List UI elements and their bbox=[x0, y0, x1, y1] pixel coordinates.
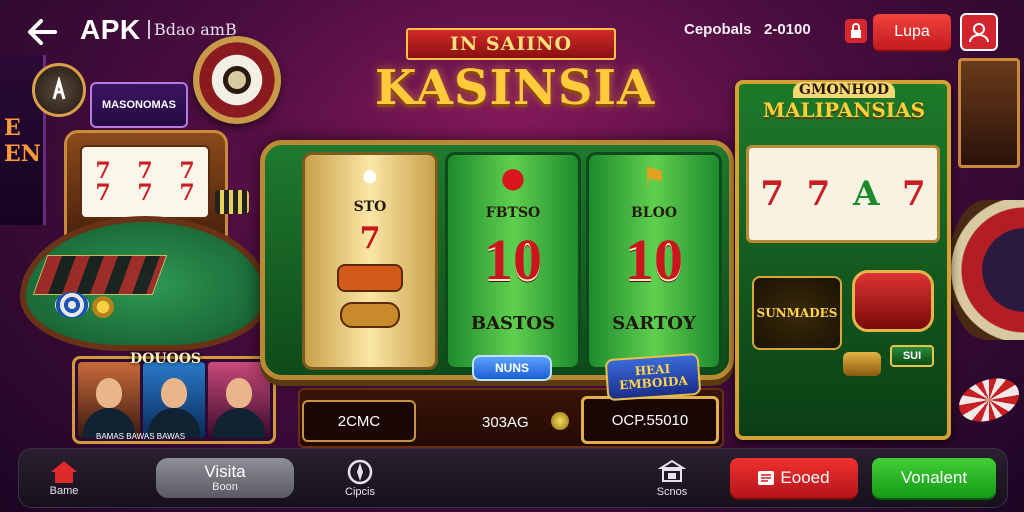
spin-button[interactable] bbox=[852, 270, 934, 332]
right-reel-symbol: 7 bbox=[760, 174, 784, 214]
home-icon bbox=[51, 461, 77, 483]
lock-icon bbox=[851, 23, 861, 38]
reel-top-label: FBTSO bbox=[485, 205, 541, 221]
right-reel-symbol: 7 bbox=[901, 174, 926, 214]
right-reel-symbol: A bbox=[852, 174, 880, 214]
nav-games[interactable]: Cipcis bbox=[330, 452, 390, 504]
logo-title: KASINSIA bbox=[374, 60, 656, 116]
right-small-button[interactable]: SUI bbox=[890, 345, 934, 367]
chip-icon bbox=[953, 370, 1024, 430]
right-reel-symbol: 7 bbox=[806, 174, 831, 214]
cherry-icon: ● bbox=[500, 161, 526, 194]
player-avatar[interactable] bbox=[208, 362, 270, 438]
betting-grid bbox=[32, 255, 168, 295]
bet-label: 303AG bbox=[482, 414, 529, 431]
nums-button[interactable]: NUNS bbox=[472, 355, 552, 381]
nav-visit-sublabel: Boon bbox=[212, 481, 238, 493]
players-label: DOUOOS bbox=[130, 351, 202, 367]
reel-bottom-label: BASTOS bbox=[470, 313, 556, 334]
compass-icon bbox=[347, 459, 373, 485]
nav-home-label: Bame bbox=[49, 485, 79, 497]
jackpot-badge[interactable]: HEAI EMBOIDA bbox=[604, 352, 702, 402]
chip-stack-icon bbox=[215, 190, 249, 214]
chip-icon bbox=[55, 292, 89, 318]
left-arcade-sign: E EN bbox=[4, 115, 41, 167]
balance-value: 2-0100 bbox=[764, 21, 811, 38]
coins-display: 2CMC bbox=[302, 400, 416, 442]
lock-button[interactable] bbox=[845, 19, 867, 43]
right-machine-reels: 7 7 A 7 bbox=[746, 145, 940, 243]
flag-icon: ⚑ bbox=[641, 161, 667, 194]
right-machine-header: GMONHOD MALIPANSIAS bbox=[763, 66, 925, 138]
nav-visit-label: Visita bbox=[204, 462, 246, 481]
user-button[interactable] bbox=[960, 13, 998, 51]
right-machine-subtitle: GMONHOD bbox=[792, 82, 895, 98]
bank-icon bbox=[658, 459, 686, 482]
login-button[interactable]: Lupa bbox=[873, 14, 951, 50]
reel-top-label: BLOO bbox=[630, 205, 678, 221]
badge-symbol-icon bbox=[337, 264, 403, 292]
app-title: APK bbox=[80, 14, 141, 45]
logo-banner: IN SAIINO bbox=[406, 28, 616, 60]
nav-deposits-label: Scnos bbox=[656, 486, 688, 498]
players-panel[interactable] bbox=[72, 356, 276, 444]
nav-home[interactable]: Bame bbox=[36, 452, 92, 504]
install-button[interactable]: Vonalent bbox=[872, 458, 996, 498]
win-display: OCP.55010 bbox=[581, 396, 719, 444]
mini-reel-icon: 77 bbox=[137, 158, 153, 206]
profile-avatar[interactable] bbox=[32, 63, 86, 117]
list-icon bbox=[758, 471, 775, 485]
right-machine-title: MALIPANSIAS bbox=[762, 98, 926, 122]
nav-deposits[interactable]: Scnos bbox=[642, 452, 702, 504]
register-button[interactable]: Eooed bbox=[730, 458, 858, 498]
bomb-icon: ⚫ bbox=[358, 161, 382, 194]
seven-symbol-icon: 7 bbox=[359, 221, 381, 256]
reel-number: 10 bbox=[625, 227, 683, 292]
promo-tag[interactable]: MASONOMAS bbox=[90, 82, 188, 128]
nav-games-label: Cipcis bbox=[345, 486, 375, 498]
reel-bottom-label: SARTOY bbox=[612, 313, 696, 334]
right-machine-logo: SUNMADES bbox=[752, 276, 842, 350]
coin-icon[interactable] bbox=[551, 412, 569, 430]
mini-slot-reels: 77 77 77 bbox=[80, 145, 210, 219]
app-subtitle: Bdao amB bbox=[148, 20, 237, 39]
slot-reel: ⚫ STO 7 bbox=[302, 152, 438, 370]
avatar-icon bbox=[52, 77, 66, 100]
arrow-left-icon bbox=[28, 19, 57, 45]
deposits-label: Cepobals bbox=[684, 21, 752, 38]
coin-icon bbox=[92, 296, 114, 318]
portrait-frame bbox=[958, 58, 1020, 168]
crest-symbol-icon bbox=[340, 302, 400, 328]
player-avatar[interactable] bbox=[78, 362, 140, 438]
slot-reel: ⚑ BLOO 10 SARTOY bbox=[586, 152, 722, 370]
nav-visit[interactable]: Visita Boon bbox=[156, 458, 294, 498]
reel-top-label: STO bbox=[353, 199, 387, 215]
player-avatar[interactable] bbox=[143, 362, 205, 438]
register-label: Eooed bbox=[780, 468, 830, 487]
reel-number: 10 bbox=[484, 227, 542, 292]
mini-reel-icon: 77 bbox=[95, 158, 111, 206]
lever-handle[interactable] bbox=[843, 352, 881, 376]
mini-reel-icon: 77 bbox=[179, 158, 195, 206]
slot-reel: ● FBTSO 10 BASTOS bbox=[445, 152, 581, 370]
roulette-wheel-icon bbox=[948, 200, 1024, 340]
players-caption: BAMAS BAWAS BAWAS bbox=[96, 432, 186, 441]
roulette-wheel-icon bbox=[193, 36, 281, 124]
user-icon bbox=[969, 23, 989, 43]
back-button[interactable] bbox=[22, 12, 62, 52]
